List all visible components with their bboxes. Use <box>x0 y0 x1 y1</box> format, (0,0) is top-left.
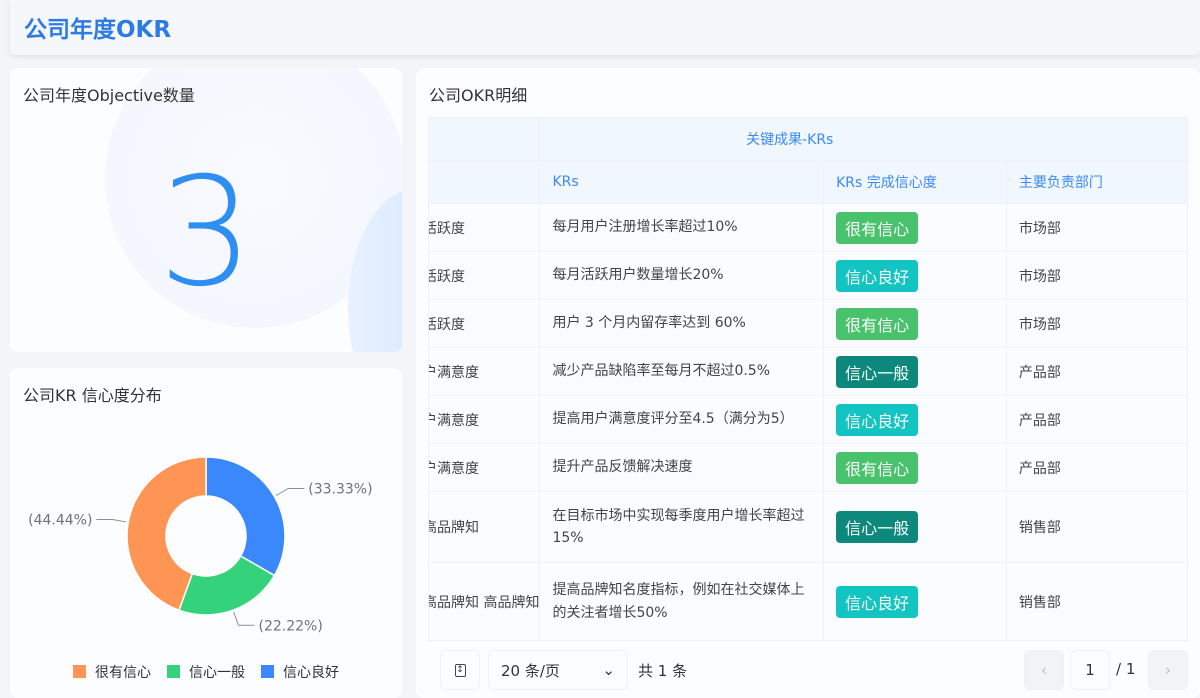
next-page-button[interactable]: › <box>1148 650 1188 690</box>
objective-cell: 高品牌知 <box>427 491 541 563</box>
label-leader-line <box>96 519 127 523</box>
slice-label: (33.33%) <box>308 482 372 498</box>
kr-confidence-card: 公司KR 信心度分布 (33.33%) (22.22%) (44.44%) 很有信心… <box>10 368 402 698</box>
table-row: 高品牌知 在目标市场中实现每季度用户增长率超过15% 信心一般 销售部 <box>427 491 1189 563</box>
pagination: ↕ 20 条/页 ⌄ 共 1 条 ‹ 1 / 1 › <box>416 640 1200 694</box>
label-leader-line <box>275 488 305 496</box>
chevron-down-icon: ⌄ <box>602 661 615 679</box>
table-row: 活跃度 用户 3 个月内留存率达到 60% 很有信心 市场部 <box>427 299 1189 348</box>
page-header: 公司年度OKR <box>10 0 1200 55</box>
chevron-right-icon: › <box>1165 661 1171 679</box>
department-cell: 市场部 <box>1005 299 1189 348</box>
slice-label: (22.22%) <box>258 618 322 634</box>
kr-cell: 用户 3 个月内留存率达到 60% <box>539 299 825 348</box>
confidence-cell: 很有信心 <box>823 203 1007 252</box>
donut-chart: (33.33%) (22.22%) (44.44%) <box>28 456 373 634</box>
objective-cell: 户满意度 <box>427 443 541 492</box>
confidence-badge: 信心一般 <box>836 355 919 388</box>
kr-cell: 提高品牌知名度指标，例如在社交媒体上的关注者增长50% <box>539 562 825 641</box>
objective-cell: 活跃度 <box>427 299 541 348</box>
department-cell: 产品部 <box>1005 347 1189 396</box>
kr-cell: 提高用户满意度评分至4.5（满分为5） <box>539 395 825 444</box>
page-input[interactable]: 1 <box>1070 650 1110 690</box>
objective-text: 户满意度 <box>428 460 479 477</box>
kr-cell: 提升产品反馈解决速度 <box>539 443 825 492</box>
page-size-select[interactable]: 20 条/页 ⌄ <box>488 650 628 690</box>
confidence-cell: 很有信心 <box>823 299 1007 348</box>
table-row: 高品牌知 高品牌知 提高品牌知名度指标，例如在社交媒体上的关注者增长50% 信心… <box>427 562 1189 641</box>
chart-legend: 很有信心 信心一般 信心良好 <box>10 662 402 682</box>
table-row: 户满意度 减少产品缺陷率至每月不超过0.5% 信心一般 产品部 <box>427 347 1189 396</box>
objective-count: 3 <box>158 146 254 320</box>
confidence-cell: 信心一般 <box>823 491 1007 563</box>
objective-cell: 户满意度 <box>427 395 541 444</box>
objective-text: 户满意度 <box>428 364 479 381</box>
department-cell: 销售部 <box>1005 562 1189 641</box>
objective-text: 户满意度 <box>428 412 479 429</box>
group-header: 关键成果-KRs <box>539 117 1188 161</box>
objective-cell: 活跃度 <box>427 203 541 252</box>
donut-slice[interactable] <box>205 456 286 577</box>
objective-text: 高品牌知 <box>428 520 479 536</box>
column-header-department[interactable]: 主要负责部门 <box>1005 160 1189 204</box>
legend-label: 信心一般 <box>189 665 245 681</box>
label-leader-line <box>233 611 255 626</box>
objective-text: 高品牌知 高品牌知 <box>428 594 540 611</box>
objective-cell: 户满意度 <box>427 347 541 396</box>
kr-cell: 减少产品缺陷率至每月不超过0.5% <box>539 347 825 396</box>
legend-item[interactable]: 信心良好 <box>261 662 339 682</box>
department-cell: 市场部 <box>1005 251 1189 300</box>
confidence-cell: 信心良好 <box>823 251 1007 300</box>
confidence-cell: 信心一般 <box>823 347 1007 396</box>
objective-text: 活跃度 <box>430 316 465 333</box>
confidence-badge: 信心良好 <box>836 403 919 436</box>
current-page: 1 <box>1085 661 1095 679</box>
total-count: 共 1 条 <box>638 662 688 680</box>
kr-cell: 在目标市场中实现每季度用户增长率超过15% <box>539 491 825 563</box>
confidence-badge: 信心良好 <box>836 259 919 292</box>
legend-label: 信心良好 <box>283 665 339 681</box>
objective-cell: 高品牌知 高品牌知 <box>427 562 541 641</box>
department-cell: 市场部 <box>1005 203 1189 252</box>
objective-text: 活跃度 <box>430 268 465 285</box>
confidence-badge: 信心良好 <box>836 585 919 618</box>
legend-item[interactable]: 信心一般 <box>167 662 245 682</box>
prev-page-button[interactable]: ‹ <box>1024 650 1064 690</box>
legend-label: 很有信心 <box>95 665 151 681</box>
okr-detail-card: 公司OKR明细 关键成果-KRs KRs KRs 完成信心度 主要负责部门 活跃… <box>416 68 1200 698</box>
kr-cell: 每月用户注册增长率超过10% <box>539 203 825 252</box>
objective-text: 活跃度 <box>430 220 465 237</box>
objective-cell: 活跃度 <box>427 251 541 300</box>
column-header-krs[interactable]: KRs <box>539 160 825 204</box>
department-cell: 销售部 <box>1005 491 1189 563</box>
table-row: 户满意度 提高用户满意度评分至4.5（满分为5） 信心良好 产品部 <box>427 395 1189 444</box>
department-cell: 产品部 <box>1005 395 1189 444</box>
table-row: 活跃度 每月活跃用户数量增长20% 信心良好 市场部 <box>427 251 1189 300</box>
department-cell: 产品部 <box>1005 443 1189 492</box>
card-title: 公司年度Objective数量 <box>23 86 195 105</box>
column-header-confidence[interactable]: KRs 完成信心度 <box>823 160 1007 204</box>
row-height-icon: ↕ <box>454 663 466 677</box>
confidence-badge: 很有信心 <box>836 451 919 484</box>
okr-table: 关键成果-KRs KRs KRs 完成信心度 主要负责部门 活跃度 每月用户注册… <box>427 117 1189 641</box>
confidence-cell: 很有信心 <box>823 443 1007 492</box>
page-size-value: 20 条/页 <box>501 661 560 680</box>
confidence-badge: 很有信心 <box>836 211 919 244</box>
confidence-badge: 很有信心 <box>836 307 919 340</box>
table-row: 活跃度 每月用户注册增长率超过10% 很有信心 市场部 <box>427 203 1189 252</box>
confidence-cell: 信心良好 <box>823 562 1007 641</box>
density-button[interactable]: ↕ <box>440 650 480 690</box>
confidence-cell: 信心良好 <box>823 395 1007 444</box>
page-title: 公司年度OKR <box>24 17 172 43</box>
slice-label: (44.44%) <box>28 513 92 529</box>
chevron-left-icon: ‹ <box>1041 661 1047 679</box>
confidence-badge: 信心一般 <box>836 511 919 543</box>
card-title: 公司OKR明细 <box>429 86 528 105</box>
total-pages: / 1 <box>1116 660 1136 678</box>
legend-item[interactable]: 很有信心 <box>73 662 151 682</box>
kr-cell: 每月活跃用户数量增长20% <box>539 251 825 300</box>
objective-count-card: 公司年度Objective数量 3 <box>10 68 402 352</box>
table-row: 户满意度 提升产品反馈解决速度 很有信心 产品部 <box>427 443 1189 492</box>
